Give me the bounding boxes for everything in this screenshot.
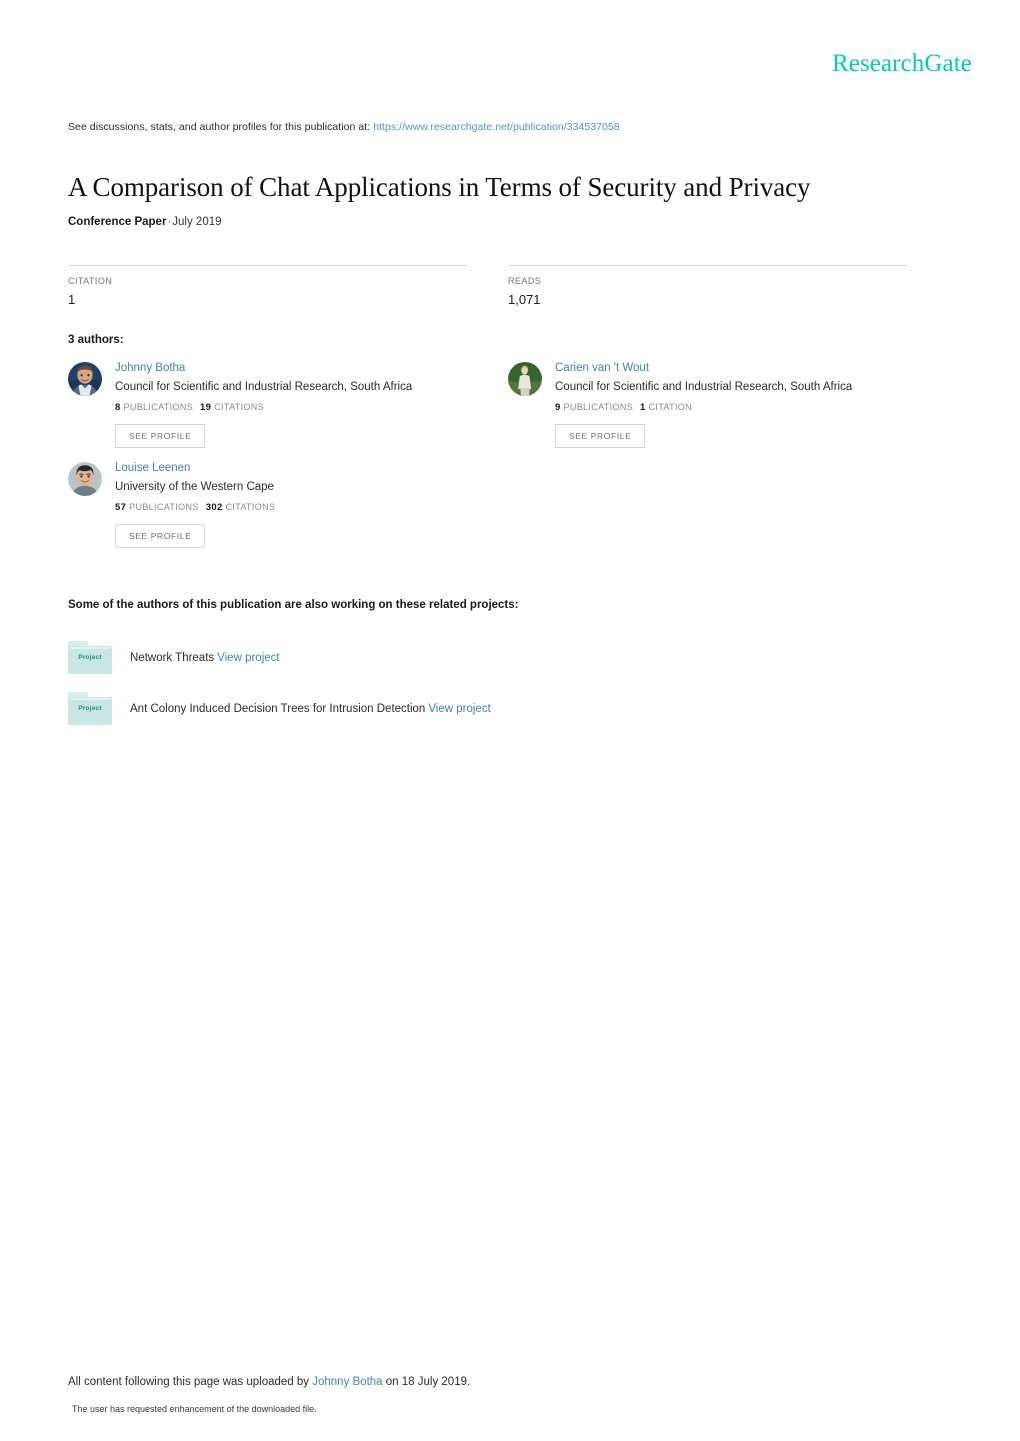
citations-label: CITATIONS [225, 502, 276, 512]
publications-label: PUBLICATIONS [129, 502, 199, 512]
project-folder-icon: Project [68, 692, 112, 725]
project-text: Network Threats View project [130, 652, 280, 664]
project-text: Ant Colony Induced Decision Trees for In… [130, 703, 491, 715]
citations-count: 19 [200, 402, 212, 413]
publications-count: 57 [115, 502, 127, 513]
page-title: A Comparison of Chat Applications in Ter… [68, 172, 811, 203]
stat-reads: READS 1,071 [508, 265, 908, 307]
publication-meta: Conference Paper·July 2019 [68, 216, 222, 228]
related-projects-list: Project Network Threats View project Proj… [68, 632, 928, 734]
author-row: Louise Leenen University of the Western … [68, 460, 948, 560]
publication-date: July 2019 [172, 216, 222, 228]
publications-count: 8 [115, 402, 121, 413]
stat-citation: CITATION 1 [68, 265, 468, 307]
publication-cover-page: ResearchGate See discussions, stats, and… [0, 0, 1020, 1441]
author-row: Johnny Botha Council for Scientific and … [68, 360, 948, 460]
project-folder-icon-label: Project [78, 705, 102, 712]
publication-type: Conference Paper [68, 216, 167, 228]
authors-heading: 3 authors: [68, 334, 124, 346]
project-folder-icon-label: Project [78, 654, 102, 661]
author-name-link[interactable]: Johnny Botha [115, 361, 412, 376]
author-info: Carien van 't Wout Council for Scientifi… [555, 360, 852, 448]
view-project-link[interactable]: View project [425, 703, 490, 715]
avatar-johnny-botha[interactable] [68, 362, 102, 396]
author-counts: 57 PUBLICATIONS 302 CITATIONS [115, 502, 275, 513]
project-title: Ant Colony Induced Decision Trees for In… [130, 702, 426, 715]
publications-count: 9 [555, 402, 561, 413]
author-counts: 8 PUBLICATIONS 19 CITATIONS [115, 402, 412, 413]
discussions-prefix: See discussions, stats, and author profi… [68, 121, 371, 133]
upload-suffix: on 18 July 2019. [385, 1376, 471, 1388]
see-profile-button[interactable]: SEE PROFILE [115, 424, 206, 448]
uploader-link[interactable]: Johnny Botha [312, 1376, 382, 1388]
authors-grid: Johnny Botha Council for Scientific and … [68, 360, 948, 560]
project-row: Project Network Threats View project [68, 632, 928, 683]
author-name-link[interactable]: Carien van 't Wout [555, 361, 852, 376]
upload-statement: All content following this page was uplo… [68, 1376, 470, 1388]
author-card-louise-leenen: Louise Leenen University of the Western … [68, 460, 468, 560]
citations-label: CITATIONS [214, 402, 265, 412]
project-title: Network Threats [130, 651, 215, 664]
discussions-line: See discussions, stats, and author profi… [68, 121, 620, 133]
citations-count: 302 [205, 502, 223, 513]
author-info: Johnny Botha Council for Scientific and … [115, 360, 412, 448]
citations-label: CITATION [648, 402, 693, 412]
publications-label: PUBLICATIONS [123, 402, 194, 412]
avatar-carien-van-t-wout[interactable] [508, 362, 542, 396]
author-info: Louise Leenen University of the Western … [115, 460, 275, 548]
related-projects-heading: Some of the authors of this publication … [68, 599, 519, 611]
author-card-johnny-botha: Johnny Botha Council for Scientific and … [68, 360, 468, 460]
project-folder-icon: Project [68, 641, 112, 674]
author-card-carien-van-t-wout: Carien van 't Wout Council for Scientifi… [508, 360, 908, 460]
publication-url-link[interactable]: https://www.researchgate.net/publication… [373, 121, 620, 133]
view-project-link[interactable]: View project [214, 652, 279, 664]
see-profile-button[interactable]: SEE PROFILE [555, 424, 646, 448]
stat-reads-label: READS [508, 276, 542, 286]
researchgate-logo: ResearchGate [831, 50, 972, 77]
stat-reads-value: 1,071 [508, 292, 541, 307]
project-row: Project Ant Colony Induced Decision Tree… [68, 683, 928, 734]
upload-prefix: All content following this page was uplo… [68, 1376, 310, 1388]
citations-count: 1 [640, 402, 646, 413]
publications-label: PUBLICATIONS [563, 402, 634, 412]
see-profile-button[interactable]: SEE PROFILE [115, 524, 206, 548]
stats-row: CITATION 1 READS 1,071 [68, 265, 908, 307]
author-affiliation: Council for Scientific and Industrial Re… [555, 381, 853, 393]
author-counts: 9 PUBLICATIONS 1 CITATION [555, 402, 852, 413]
author-affiliation: Council for Scientific and Industrial Re… [115, 381, 413, 393]
stat-citation-label: CITATION [68, 276, 113, 286]
author-affiliation: University of the Western Cape [115, 481, 274, 493]
avatar-louise-leenen[interactable] [68, 462, 102, 496]
enhancement-note: The user has requested enhancement of th… [72, 1404, 317, 1414]
author-name-link[interactable]: Louise Leenen [115, 461, 275, 476]
stat-citation-value: 1 [68, 292, 76, 307]
